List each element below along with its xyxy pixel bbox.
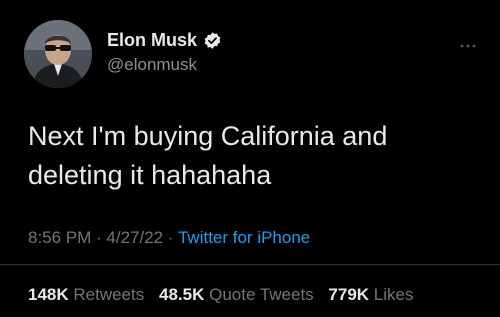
tweet-card: Elon Musk @elonmusk Next I'm buying Cali… <box>0 0 500 317</box>
tweet-time[interactable]: 8:56 PM <box>28 228 91 247</box>
quote-tweets-label: Quote Tweets <box>209 285 314 304</box>
retweets-stat[interactable]: 148K Retweets <box>28 285 144 304</box>
engagement-stats: 148K Retweets 48.5K Quote Tweets 779K Li… <box>28 285 423 305</box>
quote-tweets-count: 48.5K <box>158 285 205 304</box>
divider <box>0 264 500 265</box>
likes-count: 779K <box>328 285 370 304</box>
verified-badge-icon <box>203 31 222 50</box>
user-handle[interactable]: @elonmusk <box>107 55 222 75</box>
display-name[interactable]: Elon Musk <box>107 30 197 51</box>
tweet-text: Next I'm buying California and deleting … <box>28 121 388 190</box>
retweets-label: Retweets <box>73 285 145 304</box>
likes-label: Likes <box>373 285 414 304</box>
tweet-date[interactable]: 4/27/22 <box>106 228 163 247</box>
meta-separator: · <box>163 228 178 247</box>
likes-stat[interactable]: 779K Likes <box>328 285 413 304</box>
retweets-count: 148K <box>28 285 69 304</box>
avatar[interactable] <box>24 20 92 88</box>
tweet-source-link[interactable]: Twitter for iPhone <box>178 228 310 247</box>
display-name-row: Elon Musk <box>107 28 222 52</box>
tweet-header: Elon Musk @elonmusk <box>24 20 476 90</box>
author-names: Elon Musk @elonmusk <box>107 28 222 75</box>
tweet-metadata: 8:56 PM · 4/27/22 · Twitter for iPhone <box>28 228 310 248</box>
quote-tweets-stat[interactable]: 48.5K Quote Tweets <box>159 285 314 304</box>
avatar-image <box>24 20 92 88</box>
more-options-icon[interactable] <box>460 36 476 48</box>
meta-separator: · <box>91 228 107 247</box>
